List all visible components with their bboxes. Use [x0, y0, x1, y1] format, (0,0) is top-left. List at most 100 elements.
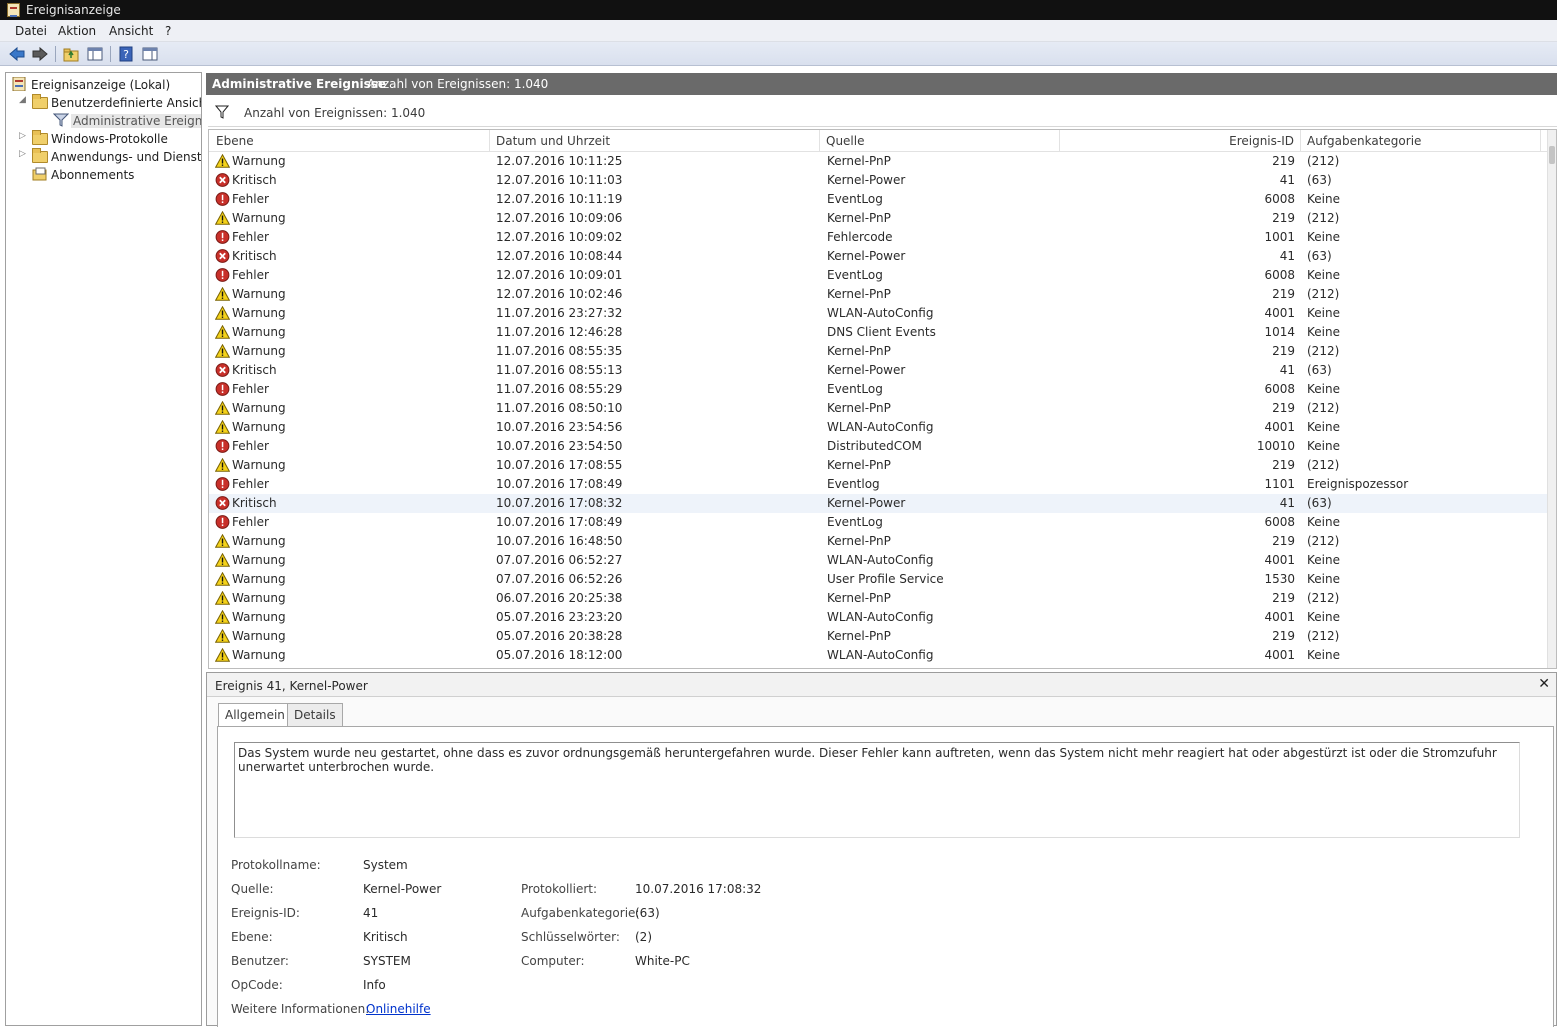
level-text: Kritisch — [232, 173, 277, 187]
level-text: Warnung — [232, 610, 286, 624]
column-header-quelle[interactable]: Quelle — [820, 130, 1060, 152]
table-row[interactable]: Warnung 12.07.2016 10:02:46 Kernel-PnP 219 (… — [209, 285, 1549, 304]
menu-datei[interactable]: Datei — [15, 24, 47, 38]
table-row[interactable]: Warnung 05.07.2016 23:23:20 WLAN-AutoConfi… — [209, 608, 1549, 627]
error-icon — [215, 268, 230, 282]
cell-date: 10.07.2016 23:54:50 — [496, 439, 623, 453]
column-header-ebene[interactable]: Ebene — [209, 130, 490, 152]
folder-icon — [32, 148, 48, 163]
column-header-aufgabenkategorie[interactable]: Aufgabenkategorie — [1301, 130, 1541, 152]
warning-icon — [214, 552, 231, 567]
properties-icon[interactable] — [141, 45, 159, 63]
tree-item-abonnements[interactable]: Abonnements — [10, 166, 200, 184]
cell-source: Kernel-Power — [827, 249, 906, 263]
cell-date: 11.07.2016 12:46:28 — [496, 325, 623, 339]
detail-header: Ereignis 41, Kernel-Power ✕ — [207, 673, 1556, 697]
critical-icon — [215, 363, 230, 377]
field-label: Ereignis-ID: — [231, 906, 300, 920]
cell-category: Keine — [1307, 268, 1340, 282]
tree-item-windows-protokolle[interactable]: ▷ Windows-Protokolle — [10, 130, 200, 148]
table-row[interactable]: Warnung 05.07.2016 20:38:28 Kernel-PnP 219 (… — [209, 627, 1549, 646]
tree-item-anwendungs-und-dienstprotokolle[interactable]: ▷ Anwendungs- und Dienstprotokolle — [10, 148, 201, 166]
tree-item-ereignisanzeige[interactable]: Ereignisanzeige (Lokal) — [10, 76, 200, 94]
tab-details[interactable]: Details — [287, 703, 343, 727]
collapse-arrow-icon[interactable]: ◢ — [19, 95, 27, 105]
cell-category: Keine — [1307, 306, 1340, 320]
forward-icon[interactable] — [31, 45, 49, 63]
column-header-ereignis-id[interactable]: Ereignis-ID — [1060, 130, 1301, 152]
table-row[interactable]: Kritisch 10.07.2016 17:08:32 Kernel-Power 4… — [209, 494, 1549, 513]
tree-item-benutzerdefinierte-ansichten[interactable]: ◢ Benutzerdefinierte Ansichten — [10, 94, 201, 112]
warning-icon — [214, 533, 231, 548]
table-row[interactable]: Warnung 07.07.2016 06:52:27 WLAN-AutoConfi… — [209, 551, 1549, 570]
table-row[interactable]: Warnung 11.07.2016 08:50:10 Kernel-PnP 219 (… — [209, 399, 1549, 418]
cell-event-id: 41 — [1279, 496, 1295, 510]
cell-event-id: 219 — [1272, 287, 1295, 301]
vertical-scrollbar[interactable] — [1547, 130, 1556, 668]
warning-icon — [214, 628, 231, 643]
online-help-link[interactable]: Onlinehilfe — [366, 1002, 431, 1016]
show-hide-tree-icon[interactable] — [86, 45, 104, 63]
table-row[interactable]: Kritisch 12.07.2016 10:08:44 Kernel-Power 4… — [209, 247, 1549, 266]
expand-arrow-icon[interactable]: ▷ — [19, 149, 27, 159]
table-row[interactable]: Warnung 10.07.2016 23:54:56 WLAN-AutoConfi… — [209, 418, 1549, 437]
field-label: OpCode: — [231, 978, 283, 992]
table-row[interactable]: Warnung 10.07.2016 16:48:50 Kernel-PnP 219 (… — [209, 532, 1549, 551]
table-row[interactable]: Warnung 10.07.2016 17:08:55 Kernel-PnP 219 (… — [209, 456, 1549, 475]
toolbar-separator — [110, 46, 111, 62]
tab-allgemein[interactable]: Allgemein — [218, 703, 292, 728]
table-row[interactable]: Warnung 11.07.2016 12:46:28 DNS Client Eve… — [209, 323, 1549, 342]
table-row[interactable]: Warnung 11.07.2016 23:27:32 WLAN-AutoConfi… — [209, 304, 1549, 323]
table-row[interactable]: Warnung 12.07.2016 10:09:06 Kernel-PnP 219 (… — [209, 209, 1549, 228]
back-icon[interactable] — [8, 45, 26, 63]
help-icon[interactable]: ? — [117, 45, 135, 63]
table-row[interactable]: Fehler 11.07.2016 08:55:29 EventLog 6008 Kei… — [209, 380, 1549, 399]
close-icon[interactable]: ✕ — [1538, 676, 1550, 692]
cell-event-id: 1530 — [1264, 572, 1295, 586]
table-row[interactable]: Warnung 12.07.2016 10:11:25 Kernel-PnP 219 (… — [209, 152, 1549, 171]
table-row[interactable]: Fehler 12.07.2016 10:09:01 EventLog 6008 Kei… — [209, 266, 1549, 285]
table-row[interactable]: Kritisch 11.07.2016 08:55:13 Kernel-Power 4… — [209, 361, 1549, 380]
cell-date: 12.07.2016 10:08:44 — [496, 249, 623, 263]
scrollbar-thumb[interactable] — [1549, 146, 1555, 164]
tree-label: Abonnements — [51, 168, 135, 182]
cell-source: WLAN-AutoConfig — [827, 420, 934, 434]
table-row[interactable]: Warnung 11.07.2016 08:55:35 Kernel-PnP 219 (… — [209, 342, 1549, 361]
window-title: Ereignisanzeige — [26, 3, 121, 17]
table-row[interactable]: Kritisch 12.07.2016 10:11:03 Kernel-Power 4… — [209, 171, 1549, 190]
warning-icon — [214, 305, 231, 320]
tree-item-administrative-ereignisse[interactable]: Administrative Ereignisse — [10, 112, 201, 130]
filter-icon — [215, 105, 229, 119]
menu-help[interactable]: ? — [165, 24, 171, 38]
cell-source: Kernel-PnP — [827, 458, 891, 472]
event-description[interactable]: Das System wurde neu gestartet, ohne das… — [234, 742, 1520, 838]
cell-date: 12.07.2016 10:09:01 — [496, 268, 623, 282]
table-row[interactable]: Warnung 07.07.2016 06:52:26 User Profile S… — [209, 570, 1549, 589]
warning-icon — [214, 647, 231, 662]
table-row[interactable]: Fehler 12.07.2016 10:11:19 EventLog 6008 Kei… — [209, 190, 1549, 209]
table-row[interactable]: Fehler 10.07.2016 17:08:49 Eventlog 1101 Ere… — [209, 475, 1549, 494]
level-text: Warnung — [232, 591, 286, 605]
table-row[interactable]: Warnung 06.07.2016 20:25:38 Kernel-PnP 219 (… — [209, 589, 1549, 608]
cell-date: 07.07.2016 06:52:26 — [496, 572, 623, 586]
error-icon — [215, 477, 230, 491]
menu-aktion[interactable]: Aktion — [58, 24, 96, 38]
expand-arrow-icon[interactable]: ▷ — [19, 131, 27, 141]
warning-icon — [214, 324, 231, 339]
column-header-datum[interactable]: Datum und Uhrzeit — [490, 130, 820, 152]
cell-event-id: 6008 — [1264, 192, 1295, 206]
up-folder-icon[interactable] — [62, 45, 80, 63]
menu-ansicht[interactable]: Ansicht — [109, 24, 153, 38]
cell-source: Kernel-PnP — [827, 591, 891, 605]
cell-date: 12.07.2016 10:09:02 — [496, 230, 623, 244]
table-row[interactable]: Fehler 12.07.2016 10:09:02 Fehlercode 1001 K… — [209, 228, 1549, 247]
table-row[interactable]: Fehler 10.07.2016 17:08:49 EventLog 6008 Kei… — [209, 513, 1549, 532]
cell-event-id: 4001 — [1264, 648, 1295, 662]
view-header: Administrative Ereignisse Anzahl von Ere… — [206, 73, 1557, 95]
table-row[interactable]: Fehler 10.07.2016 23:54:50 DistributedCOM 1… — [209, 437, 1549, 456]
cell-date: 12.07.2016 10:11:25 — [496, 154, 623, 168]
table-row[interactable]: Warnung 05.07.2016 18:12:00 WLAN-AutoConfi… — [209, 646, 1549, 665]
level-text: Fehler — [232, 192, 269, 206]
cell-category: (212) — [1307, 458, 1340, 472]
cell-date: 11.07.2016 08:55:35 — [496, 344, 623, 358]
